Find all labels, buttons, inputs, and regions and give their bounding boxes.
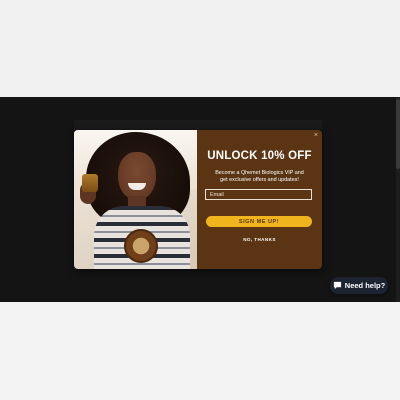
modal-overlay[interactable]: × UNLOCK 10% OFF Become a Qhemet Biologi… [0, 97, 400, 302]
email-field[interactable] [205, 189, 312, 200]
product-jar-small [82, 174, 98, 192]
signup-popup: × UNLOCK 10% OFF Become a Qhemet Biologi… [74, 130, 322, 269]
chat-bubble-icon [333, 281, 341, 290]
background-header-bar [74, 120, 322, 130]
popup-subtext: Become a Qhemet Biologics VIP and get ex… [205, 170, 314, 184]
product-jar [124, 229, 158, 263]
popup-subtext-line1: Become a Qhemet Biologics VIP and [215, 170, 304, 176]
chat-help-button[interactable]: Need help? [330, 277, 388, 294]
scrollbar-thumb[interactable] [396, 99, 400, 169]
page-background-bottom [0, 302, 400, 400]
scrollbar[interactable] [396, 97, 400, 302]
sign-up-button[interactable]: SIGN ME UP! [206, 216, 312, 227]
chat-help-label: Need help? [344, 281, 386, 290]
page-background-top [0, 0, 400, 97]
popup-content: × UNLOCK 10% OFF Become a Qhemet Biologi… [197, 130, 322, 269]
promo-image [74, 130, 197, 269]
popup-headline: UNLOCK 10% OFF [207, 150, 312, 162]
decline-link[interactable]: NO, THANKS [197, 237, 322, 242]
popup-subtext-line2: get exclusive offers and updates! [220, 177, 299, 183]
close-icon[interactable]: × [314, 132, 318, 140]
